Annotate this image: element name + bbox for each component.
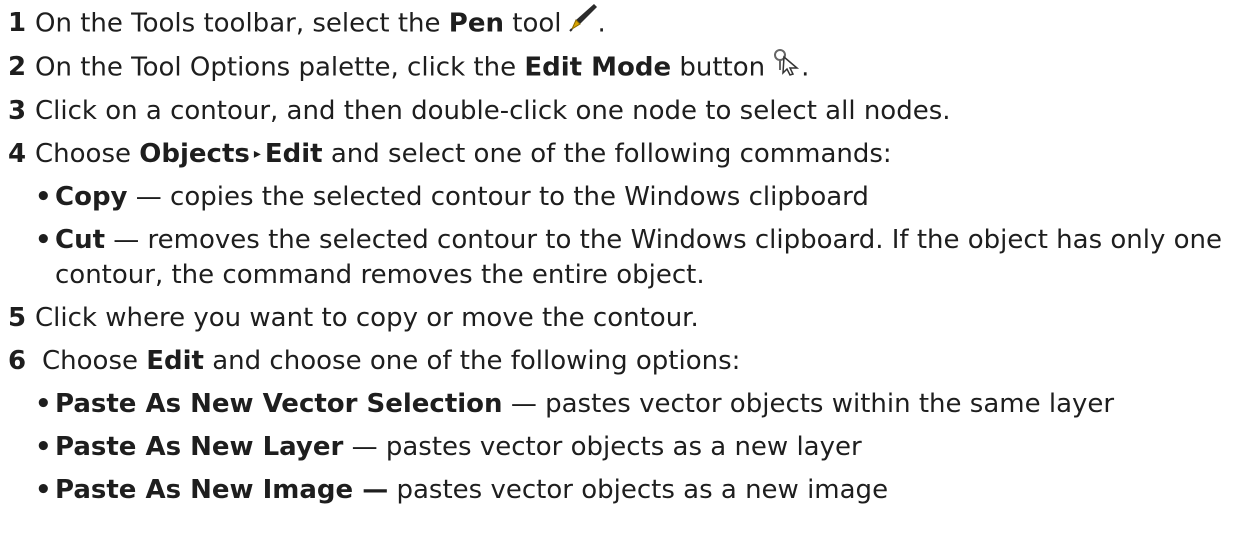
menu-arrow-icon: ▸ [253,146,261,162]
list-item: • Paste As New Image — pastes vector obj… [35,469,1252,512]
step-1: 1 On the Tools toolbar, select the Pen t… [8,2,1252,46]
step-4-options: • Copy — copies the selected contour to … [35,176,1252,297]
step-number: 3 [8,96,27,126]
list-item: • Cut — removes the selected contour to … [35,219,1252,297]
instructions: 1 On the Tools toolbar, select the Pen t… [0,0,1252,512]
list-item: • Paste As New Layer — pastes vector obj… [35,426,1252,469]
step-4: 4 Choose Objects ▸ Edit and select one of … [8,133,1252,176]
bullet: • [35,475,52,505]
bullet: • [35,225,52,255]
step-text: Choose Objects ▸ Edit and select one of th… [35,133,892,176]
step-number: 2 [8,52,27,82]
step-2: 2 On the Tool Options palette, click the… [8,46,1252,90]
step-6: 6 Choose Edit and choose one of the foll… [8,340,1252,383]
step-6-options: • Paste As New Vector Selection — pastes… [35,383,1252,512]
bullet: • [35,389,52,419]
step-text: On the Tool Options palette, click the E… [35,46,809,90]
edit-mode-icon [771,46,801,90]
step-text: Click where you want to copy or move the… [35,303,699,333]
list-item: • Copy — copies the selected contour to … [35,176,1252,219]
pen-icon [568,2,598,46]
step-number: 5 [8,303,27,333]
step-3: 3 Click on a contour, and then double-cl… [8,90,1252,133]
step-text: Click on a contour, and then double-clic… [35,96,951,126]
step-text: Choose Edit and choose one of the follow… [42,346,741,376]
bullet: • [35,182,52,212]
step-5: 5 Click where you want to copy or move t… [8,297,1252,340]
bullet: • [35,432,52,462]
step-number: 6 [8,346,27,376]
list-item: • Paste As New Vector Selection — pastes… [35,383,1252,426]
step-number: 4 [8,139,27,169]
step-number: 1 [8,8,27,38]
step-text: On the Tools toolbar, select the Pen too… [35,2,606,46]
